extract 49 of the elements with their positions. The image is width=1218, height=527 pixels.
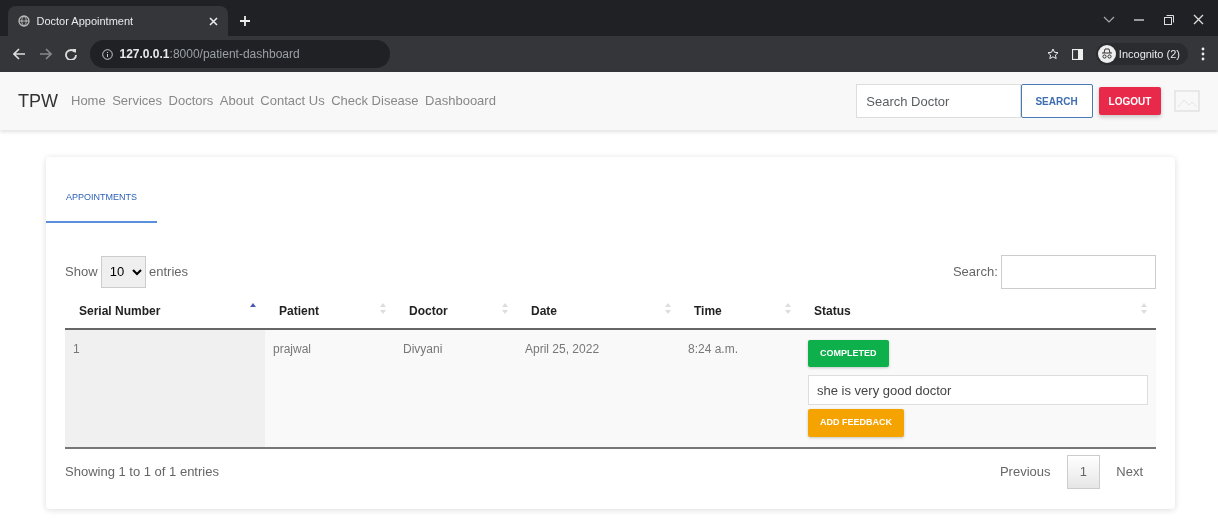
star-icon[interactable]: [1046, 48, 1059, 60]
column-header[interactable]: Date: [517, 291, 680, 329]
nav-link[interactable]: Services: [112, 91, 163, 111]
entries-label: entries: [149, 262, 189, 281]
nav-link[interactable]: Doctors: [168, 91, 214, 111]
column-header[interactable]: Time: [680, 291, 800, 329]
page-button[interactable]: Previous: [986, 455, 1064, 489]
plus-icon[interactable]: [240, 16, 250, 26]
page-button[interactable]: Next: [1103, 455, 1156, 489]
column-header[interactable]: Status: [800, 291, 1156, 329]
close-icon[interactable]: [209, 16, 218, 26]
column-header[interactable]: Patient: [265, 291, 395, 329]
brand-logo[interactable]: TPW: [18, 87, 58, 115]
nav-link[interactable]: Dashbooard: [425, 91, 496, 111]
search-button[interactable]: SEARCH: [1020, 84, 1093, 118]
forward-icon[interactable]: [39, 48, 52, 60]
table-cell: 8:24 a.m.: [680, 328, 800, 448]
show-label: Show: [65, 262, 98, 281]
logout-button[interactable]: LOGOUT: [1099, 87, 1161, 115]
search-label: Search:: [952, 262, 998, 281]
nav-link[interactable]: Home: [71, 91, 106, 111]
table-cell: April 25, 2022: [517, 328, 680, 448]
chevron-down-icon[interactable]: [1102, 16, 1115, 23]
tab[interactable]: APPOINTMENTS: [46, 157, 157, 223]
back-icon[interactable]: [13, 48, 26, 60]
feedback-field[interactable]: she is very good doctor: [808, 375, 1148, 406]
table-info: Showing 1 to 1 of 1 entries: [65, 463, 219, 482]
nav-link[interactable]: Contact Us: [260, 91, 325, 111]
table-cell: prajwal: [265, 328, 395, 448]
page-button[interactable]: 1: [1066, 455, 1100, 489]
reload-icon[interactable]: [65, 48, 77, 60]
info-icon[interactable]: [102, 48, 113, 60]
entries-select[interactable]: 10: [100, 255, 146, 288]
side-panel-icon[interactable]: [1071, 48, 1083, 60]
restore-icon[interactable]: [1163, 14, 1174, 25]
column-header[interactable]: Serial Number: [65, 291, 265, 329]
globe-icon: [18, 15, 30, 27]
table-cell: 1: [65, 328, 265, 448]
profile-button[interactable]: Incognito (2): [1095, 43, 1188, 65]
incognito-icon: [1097, 45, 1116, 63]
nav-link[interactable]: Check Disease: [331, 91, 419, 111]
close-icon[interactable]: [1193, 14, 1204, 25]
search-field[interactable]: Search Doctor: [855, 84, 1021, 118]
minimize-icon[interactable]: [1134, 18, 1144, 21]
more-icon[interactable]: [1201, 47, 1205, 61]
column-header[interactable]: Doctor: [395, 291, 517, 329]
table-search-field[interactable]: [1001, 254, 1156, 289]
nav-link[interactable]: About: [219, 91, 254, 111]
table-cell: Divyani: [395, 328, 517, 448]
